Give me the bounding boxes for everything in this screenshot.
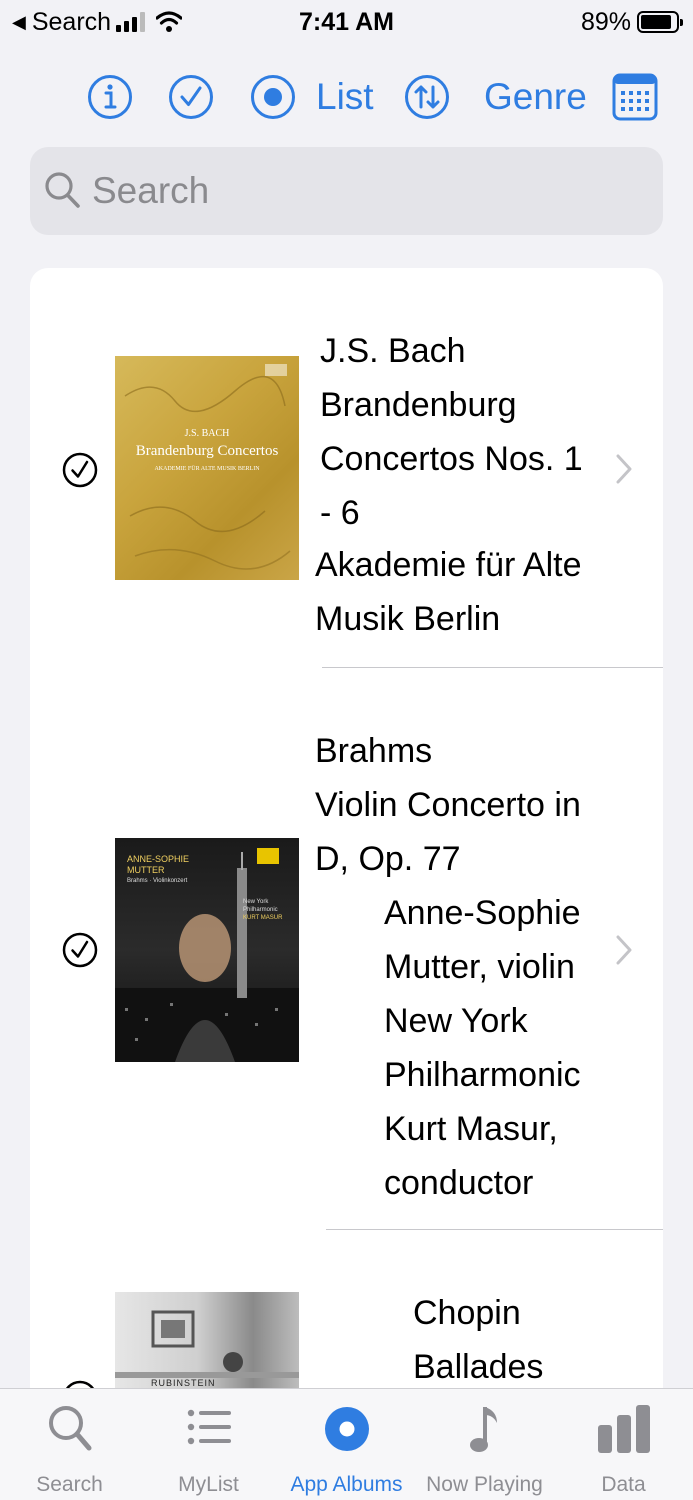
album-disc-icon xyxy=(324,1407,369,1451)
battery-icon xyxy=(637,11,683,33)
tab-data[interactable]: Data xyxy=(554,1389,693,1500)
sort-arrows-icon xyxy=(405,75,449,119)
album-artist-line: conductor xyxy=(384,1164,534,1202)
album-title: Chopin Ballades xyxy=(413,1286,543,1394)
record-circle-icon xyxy=(251,75,295,119)
album-title-line: Brandenburg xyxy=(320,386,517,424)
calendar-button[interactable] xyxy=(612,66,658,128)
album-title-line: J.S. Bach xyxy=(320,332,466,370)
checkmark-circle-icon xyxy=(169,75,213,119)
cover-work: Brahms · Violinkonzert xyxy=(127,878,188,884)
cover-title: Brandenburg Concertos xyxy=(135,443,279,459)
album-title-line: - 6 xyxy=(320,494,360,532)
album-artist-line: Mutter, violin xyxy=(384,948,575,986)
checkmark-circle-icon[interactable] xyxy=(62,932,98,968)
album-title: J.S. Bach Brandenburg Concertos Nos. 1 -… xyxy=(320,324,583,540)
chevron-right-icon xyxy=(616,454,632,484)
search-input[interactable] xyxy=(92,170,592,212)
album-artist-line: New York xyxy=(384,1002,528,1040)
album-artist-line: Kurt Masur, xyxy=(384,1110,558,1148)
album-title-line: Chopin xyxy=(413,1294,521,1332)
album-row[interactable]: ANNE-SOPHIE MUTTER Brahms · Violinkonzer… xyxy=(30,668,663,1230)
music-note-icon xyxy=(469,1407,497,1452)
list-icon xyxy=(187,1409,231,1445)
cover-composer: J.S. BACH xyxy=(184,428,230,439)
genre-label: Genre xyxy=(484,76,587,117)
cover-artist: RUBINSTEIN xyxy=(151,1378,216,1388)
album-cover: ANNE-SOPHIE MUTTER Brahms · Violinkonzer… xyxy=(115,838,299,1062)
calendar-icon xyxy=(612,73,658,121)
album-artist-line: Anne-Sophie xyxy=(384,894,581,932)
info-icon xyxy=(88,75,132,119)
status-bar: ◀ Search 7:41 AM 89% xyxy=(0,0,693,48)
sort-button[interactable] xyxy=(404,66,450,128)
cover-ensemble: AKADEMIE FÜR ALTE MUSIK BERLIN xyxy=(154,466,260,472)
tab-now-playing[interactable]: Now Playing xyxy=(415,1389,554,1500)
cover-artist-first: ANNE-SOPHIE xyxy=(127,854,190,864)
checkmark-circle-icon[interactable] xyxy=(62,452,98,488)
tab-bar: Search MyList App Albums Now Playing Dat… xyxy=(0,1388,693,1500)
album-title-line: Ballades xyxy=(413,1348,544,1386)
album-cover: J.S. BACH Brandenburg Concertos AKADEMIE… xyxy=(115,356,299,580)
album-artist: Akademie für Alte Musik Berlin xyxy=(315,538,581,646)
bar-chart-icon xyxy=(597,1405,650,1453)
cover-conductor: KURT MASUR xyxy=(243,915,283,921)
album-row[interactable]: J.S. BACH Brandenburg Concertos AKADEMIE… xyxy=(30,268,663,668)
tab-label: Now Playing xyxy=(426,1473,543,1496)
album-artist-line: Musik Berlin xyxy=(315,600,501,638)
tab-label: App Albums xyxy=(290,1473,403,1496)
album-title-line: Concertos Nos. 1 xyxy=(320,440,583,478)
select-button[interactable] xyxy=(168,66,214,128)
tab-label: Search xyxy=(36,1473,103,1496)
search-bar[interactable] xyxy=(30,147,663,235)
tab-mylist[interactable]: MyList xyxy=(139,1389,278,1500)
cover-orchestra: New York Philharmonic xyxy=(243,899,278,913)
tab-label: MyList xyxy=(178,1473,239,1496)
album-title: Brahms Violin Concerto in D, Op. 77 xyxy=(315,724,581,886)
album-artist-line: Akademie für Alte xyxy=(315,546,582,584)
album-artist: Anne-Sophie Mutter, violin New York Phil… xyxy=(384,886,581,1210)
toolbar: List Genre xyxy=(0,66,693,128)
album-title-line: Brahms xyxy=(315,732,433,770)
battery-percentage: 89% xyxy=(580,8,631,36)
list-label: List xyxy=(316,76,374,117)
info-button[interactable] xyxy=(87,66,133,128)
magnifier-icon xyxy=(48,1406,91,1451)
album-list: J.S. BACH Brandenburg Concertos AKADEMIE… xyxy=(30,268,663,1468)
genre-button[interactable]: Genre xyxy=(484,66,587,128)
album-artist-line: Philharmonic xyxy=(384,1056,581,1094)
album-title-line: D, Op. 77 xyxy=(315,840,461,878)
album-title-line: Violin Concerto in xyxy=(315,786,581,824)
list-mode-button[interactable]: List xyxy=(250,66,374,128)
tab-search[interactable]: Search xyxy=(0,1389,139,1500)
tab-app-albums[interactable]: App Albums xyxy=(277,1389,416,1500)
search-icon xyxy=(45,172,80,208)
tab-label: Data xyxy=(601,1473,646,1496)
chevron-right-icon xyxy=(616,935,632,965)
cover-artist-last: MUTTER xyxy=(127,865,165,875)
